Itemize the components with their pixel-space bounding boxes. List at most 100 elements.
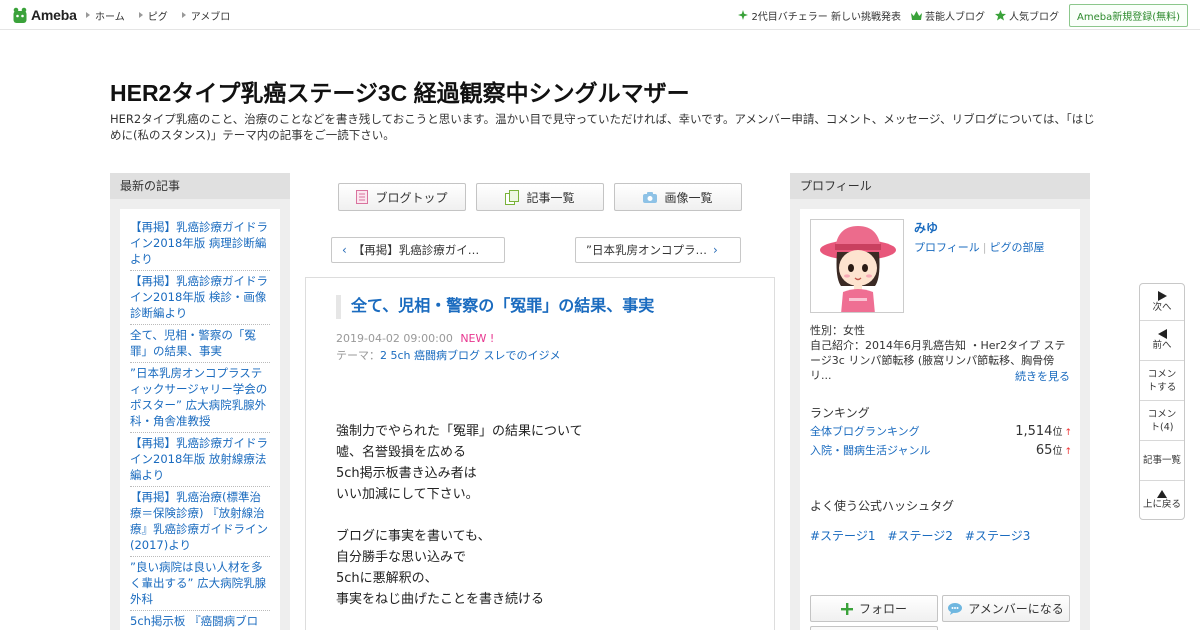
nav-label: ホーム xyxy=(95,11,125,23)
plus-icon xyxy=(840,602,853,615)
back-to-top-button[interactable]: 上に戻る xyxy=(1140,481,1184,519)
register-button[interactable]: Ameba新規登録(無料) xyxy=(1068,3,1188,27)
nav-label: ピグ xyxy=(147,11,168,23)
member-chat-icon xyxy=(948,602,963,615)
follow-label: フォロー xyxy=(858,602,907,616)
back-to-top-label: 上に戻る xyxy=(1142,498,1181,510)
entry-theme: テーマ：2 5ch 癌闘病ブログ スレでのイジメ xyxy=(336,347,561,363)
overall-ranking-link[interactable]: 全体ブログランキング xyxy=(810,423,920,439)
ranking-heading: ランキング xyxy=(810,406,870,420)
triangle-right-icon xyxy=(181,12,186,18)
pigg-room-link[interactable]: ピグの部屋 xyxy=(990,241,1045,254)
nav-pigg[interactable]: ピグ xyxy=(138,8,168,23)
hashtag-link[interactable]: #ステージ3 xyxy=(965,527,1030,544)
read-more-link[interactable]: 続きを見る xyxy=(1015,368,1070,384)
hashtag-link[interactable]: #ステージ1 xyxy=(810,527,875,544)
triangle-right-icon xyxy=(86,12,90,18)
triangle-up-icon xyxy=(1157,489,1167,498)
crown-icon xyxy=(910,10,922,20)
nav-ameblo[interactable]: アメブロ xyxy=(181,8,230,23)
ranking-row: 入院・闘病生活ジャンル 65位 ↑ xyxy=(810,442,1072,458)
chevron-left-icon: ‹ xyxy=(342,243,347,257)
celebrity-blog-link[interactable]: 芸能人ブログ xyxy=(910,8,985,23)
article-list-side-label: 記事一覧 xyxy=(1142,455,1181,466)
profile-links: プロフィール | ピグの部屋 xyxy=(914,239,1045,255)
article-list-button[interactable]: 記事一覧 xyxy=(476,183,604,211)
nav-home[interactable]: ホーム xyxy=(86,8,125,23)
ameba-logo-icon xyxy=(13,7,27,23)
entry-paragraph: ブログに事実を書いても、 自分勝手な思い込みで 5chに悪解釈の、 事実をねじ曲… xyxy=(336,526,583,610)
recent-articles-list: 【再掲】乳癌診療ガイドライン2018年版 病理診断編より 【再掲】乳癌診療ガイド… xyxy=(120,209,280,630)
avatar[interactable] xyxy=(810,219,904,313)
recent-article-link[interactable]: 5ch掲示板 『癌闘病ブロ xyxy=(130,611,270,630)
blog-description: HER2タイプ乳癌のこと、治療のことなどを書き残しておこうと思います。温かい目で… xyxy=(110,112,1095,142)
recent-article-link[interactable]: ”良い病院は良い人材を多く輩出する” 広大病院乳腺外科 xyxy=(130,557,270,611)
prev-button[interactable]: 前へ xyxy=(1140,321,1184,361)
profile-heading: プロフィール xyxy=(790,173,1090,199)
celebrity-blog-label: 芸能人ブログ xyxy=(924,11,985,23)
entry-line: 5ch掲示板書き込み者は xyxy=(336,466,477,481)
profile-panel: プロフィール みゆ プロフィール | ピグの部屋 性別：女性 自己紹介：2014… xyxy=(790,173,1090,630)
link-separator: | xyxy=(982,241,987,254)
ranking-unit: 位 xyxy=(1052,427,1063,438)
profile-action-button[interactable] xyxy=(810,626,938,630)
hashtag-heading: よく使う公式ハッシュタグ xyxy=(810,499,955,513)
bachelor-label: 2代目バチェラー 新しい挑戦発表 xyxy=(751,11,901,23)
entry-line: 事実をねじ曲げたことを書き続ける xyxy=(336,592,545,607)
hashtag-link[interactable]: #ステージ2 xyxy=(887,527,952,544)
entry-line: 嘘、名誉毀損を広める xyxy=(336,445,467,460)
entry-datetime: 2019-04-02 09:00:00 xyxy=(336,332,453,345)
copy-pages-icon xyxy=(505,189,520,205)
play-left-icon xyxy=(1157,329,1167,339)
star-icon xyxy=(994,9,1006,20)
entry-line: 自分勝手な思い込みで xyxy=(336,550,467,565)
popular-blog-link[interactable]: 人気ブログ xyxy=(994,8,1059,23)
entry-paragraph: 強制力でやられた「冤罪」の結果について 嘘、名誉毀損を広める 5ch掲示板書き込… xyxy=(336,421,583,505)
comment-label: コメントする xyxy=(1147,368,1177,393)
bachelor-link[interactable]: 2代目バチェラー 新しい挑戦発表 xyxy=(738,8,901,23)
next-article-button[interactable]: ”日本乳房オンコプラ… › xyxy=(575,237,741,263)
entry-line: 強制力でやられた「冤罪」の結果について xyxy=(336,424,583,439)
global-nav: ホーム ピグ アメブロ xyxy=(86,0,230,30)
blog-top-button[interactable]: ブログトップ xyxy=(338,183,466,211)
next-button[interactable]: 次へ xyxy=(1140,284,1184,321)
entry-title[interactable]: 全て、児相・警察の「冤罪」の結果、事実 xyxy=(336,295,654,319)
chevron-right-icon: › xyxy=(712,243,718,257)
recent-articles-panel: 最新の記事 【再掲】乳癌診療ガイドライン2018年版 病理診断編より 【再掲】乳… xyxy=(110,173,290,630)
play-right-icon xyxy=(1157,290,1167,301)
image-list-button[interactable]: 画像一覧 xyxy=(614,183,742,211)
follow-button[interactable]: フォロー xyxy=(810,595,938,622)
entry-body: 強制力でやられた「冤罪」の結果について 嘘、名誉毀損を広める 5ch掲示板書き込… xyxy=(336,421,583,630)
blog-nav-buttons: ブログトップ 記事一覧 画像一覧 xyxy=(338,183,742,211)
blog-entry: 全て、児相・警察の「冤罪」の結果、事実 2019-04-02 09:00:00 … xyxy=(305,277,775,630)
profile-gender: 性別：女性 xyxy=(810,324,865,337)
logo-text: Ameba xyxy=(31,7,77,23)
amember-button[interactable]: アメンバーになる xyxy=(942,595,1070,622)
prev-article-button[interactable]: ‹ 【再掲】乳癌診療ガイ… xyxy=(331,237,505,263)
recent-article-link[interactable]: 【再掲】乳癌治療(標準治療＝保険診療) 『放射線治療』乳癌診療ガイドライン(20… xyxy=(130,487,270,557)
theme-link[interactable]: 2 5ch 癌闘病ブログ スレでのイジメ xyxy=(380,349,561,362)
recent-articles-heading: 最新の記事 xyxy=(110,173,290,199)
genre-ranking-link[interactable]: 入院・闘病生活ジャンル xyxy=(810,442,930,458)
recent-article-link[interactable]: 全て、児相・警察の「冤罪」の結果、事実 xyxy=(130,325,270,363)
ranking-value: 1,514位 ↑ xyxy=(1015,423,1072,439)
recent-article-link[interactable]: 【再掲】乳癌診療ガイドライン2018年版 放射線療法編より xyxy=(130,433,270,487)
hashtag-list: #ステージ1 #ステージ2 #ステージ3 xyxy=(810,527,1030,544)
header-links: 2代目バチェラー 新しい挑戦発表 芸能人ブログ 人気ブログ Ameba新規登録(… xyxy=(738,0,1188,30)
recent-article-link[interactable]: 【再掲】乳癌診療ガイドライン2018年版 検診・画像診断編より xyxy=(130,271,270,325)
blog-top-label: ブログトップ xyxy=(375,190,448,205)
profile-box: みゆ プロフィール | ピグの部屋 性別：女性 自己紹介：2014年6月乳癌告知 ・… xyxy=(800,209,1080,630)
recent-article-link[interactable]: 【再掲】乳癌診療ガイドライン2018年版 病理診断編より xyxy=(130,217,270,271)
entry-date: 2019-04-02 09:00:00 NEW ! xyxy=(336,332,494,345)
article-list-side-button[interactable]: 記事一覧 xyxy=(1140,441,1184,481)
comment-button[interactable]: コメントする xyxy=(1140,361,1184,401)
ranking-value: 65位 ↑ xyxy=(1036,442,1072,458)
profile-name[interactable]: みゆ xyxy=(914,219,938,236)
profile-link[interactable]: プロフィール xyxy=(914,241,980,254)
prev-label: 前へ xyxy=(1152,340,1172,351)
comment-count-button[interactable]: コメント(4) xyxy=(1140,401,1184,441)
blog-title[interactable]: HER2タイプ乳癌ステージ3C 経過観察中シングルマザー xyxy=(110,74,690,108)
recent-article-link[interactable]: ”日本乳房オンコプラスティックサージャリー学会のポスター” 広大病院乳腺外科・角… xyxy=(130,363,270,433)
ameba-logo[interactable]: Ameba xyxy=(12,6,77,24)
global-header: Ameba ホーム ピグ アメブロ 2代目バチェラー 新しい挑戦発表 芸能人ブロ… xyxy=(0,0,1200,30)
